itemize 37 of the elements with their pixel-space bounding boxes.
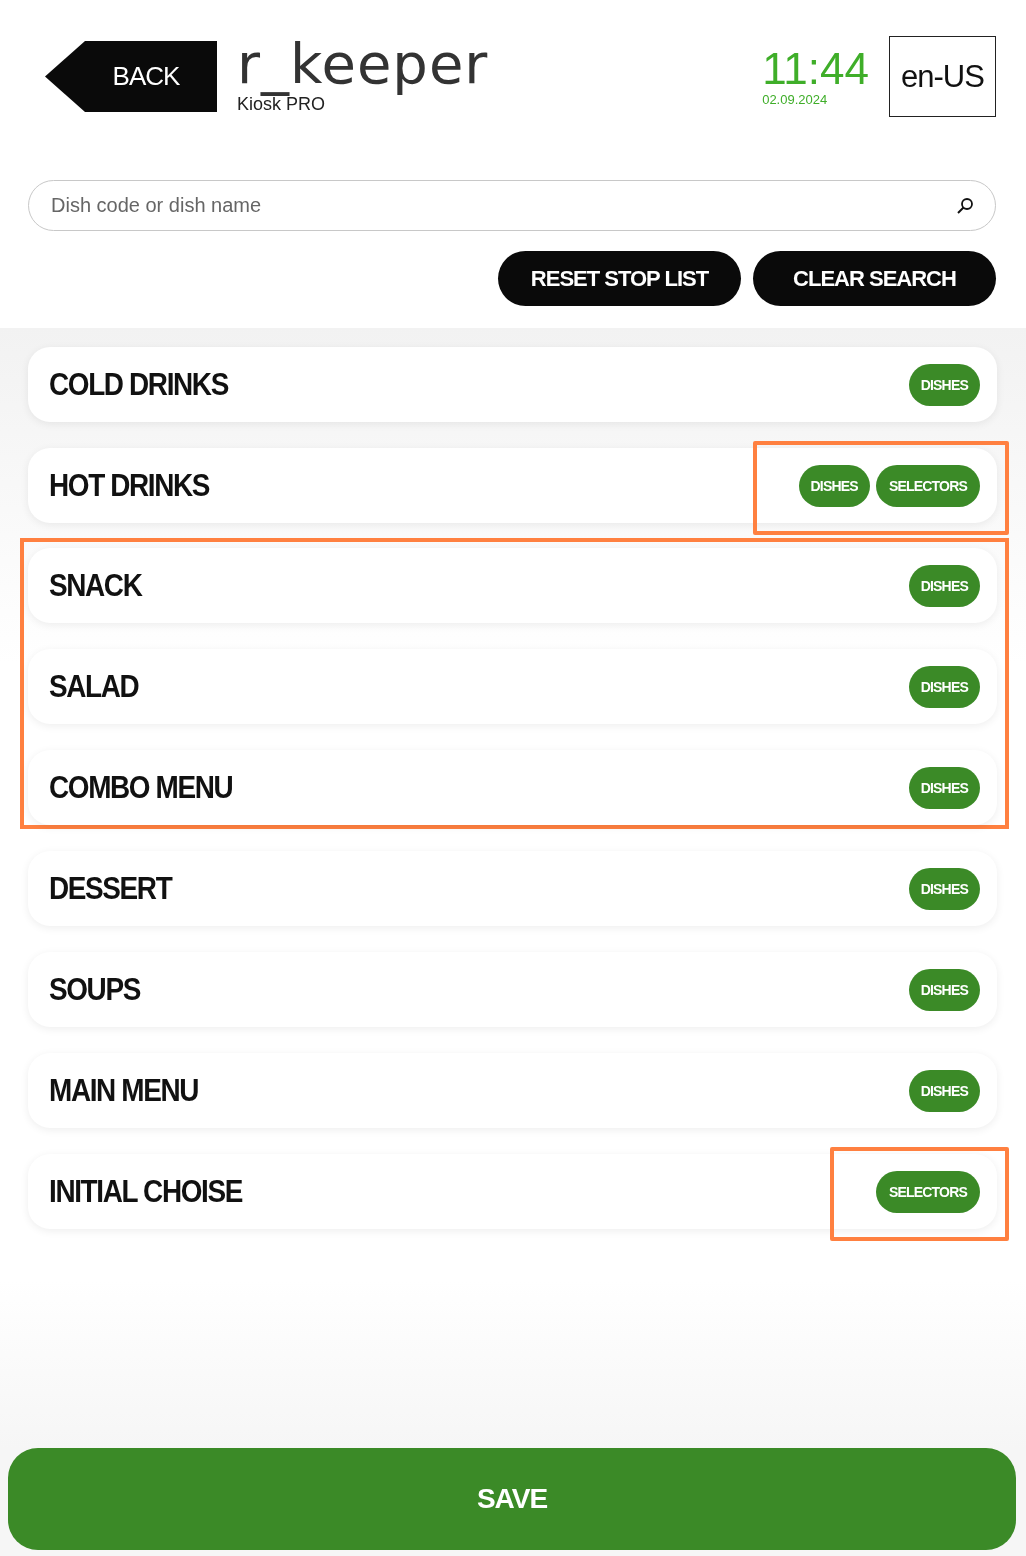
category-name: COLD DRINKS: [49, 366, 230, 403]
category-row[interactable]: SALAD DISHES: [28, 649, 997, 724]
dishes-button[interactable]: DISHES: [908, 766, 980, 809]
category-name: INITIAL CHOISE: [49, 1173, 244, 1210]
category-row[interactable]: MAIN MENU DISHES: [28, 1053, 997, 1128]
clear-search-button[interactable]: CLEAR SEARCH: [753, 251, 996, 306]
category-row[interactable]: HOT DRINKS DISHES SELECTORS: [28, 448, 997, 523]
category-row[interactable]: COLD DRINKS DISHES: [28, 347, 997, 422]
search-field[interactable]: Dish code or dish name: [28, 180, 996, 231]
category-name: COMBO MENU: [49, 769, 234, 806]
category-name: DESSERT: [49, 870, 173, 907]
category-row[interactable]: DESSERT DISHES: [28, 851, 997, 926]
language-button[interactable]: en-US: [889, 36, 996, 117]
dishes-button[interactable]: DISHES: [798, 464, 870, 507]
selectors-button[interactable]: SELECTORS: [875, 464, 980, 507]
category-name: HOT DRINKS: [49, 467, 211, 504]
back-button[interactable]: BACK: [45, 41, 217, 112]
category-name: MAIN MENU: [49, 1072, 200, 1109]
selectors-button[interactable]: SELECTORS: [875, 1170, 980, 1213]
dishes-button[interactable]: DISHES: [908, 1069, 980, 1112]
category-name: SALAD: [49, 668, 140, 705]
clock-time: 11:44: [762, 46, 869, 92]
save-button[interactable]: SAVE: [8, 1448, 1016, 1550]
category-row[interactable]: SOUPS DISHES: [28, 952, 997, 1027]
dishes-button[interactable]: DISHES: [908, 968, 980, 1011]
category-name: SNACK: [49, 567, 143, 604]
category-row[interactable]: INITIAL CHOISE SELECTORS: [28, 1154, 997, 1229]
category-row[interactable]: COMBO MENU DISHES: [28, 750, 997, 825]
dishes-button[interactable]: DISHES: [908, 564, 980, 607]
category-name: SOUPS: [49, 971, 142, 1008]
dishes-button[interactable]: DISHES: [908, 363, 980, 406]
reset-stop-list-button[interactable]: RESET STOP LIST: [498, 251, 741, 306]
dishes-button[interactable]: DISHES: [908, 867, 980, 910]
dishes-button[interactable]: DISHES: [908, 665, 980, 708]
clock-date: 02.09.2024: [762, 92, 829, 107]
search-icon[interactable]: [956, 197, 974, 215]
category-row[interactable]: SNACK DISHES: [28, 548, 997, 623]
